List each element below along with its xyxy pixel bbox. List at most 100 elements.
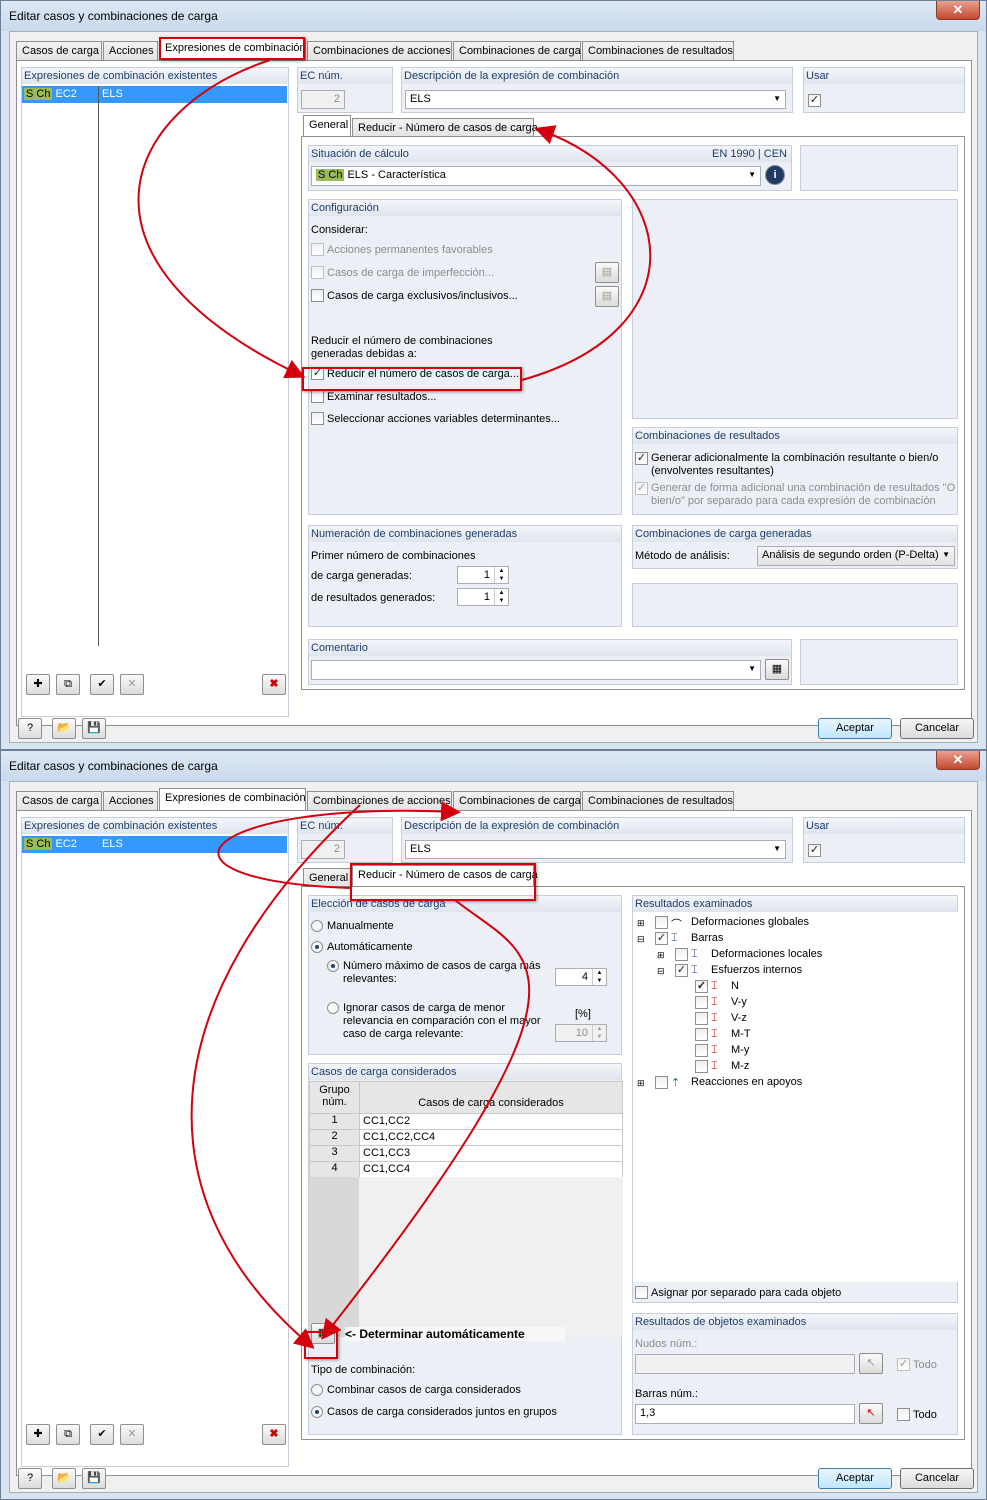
tree-node-vy[interactable]: V-y [731, 996, 747, 1008]
tab-casos-de-carga[interactable]: Casos de carga [16, 791, 102, 810]
tree-checkbox[interactable] [695, 1060, 708, 1073]
help-button[interactable]: ? [18, 1468, 42, 1489]
imperfeccion-checkbox[interactable] [311, 266, 324, 279]
save-button[interactable]: 💾 [82, 718, 106, 739]
generar-o-bien-checkbox[interactable]: ✓ [635, 482, 648, 495]
edit-exclusivos-button[interactable]: ▤ [595, 286, 619, 307]
tree-checkbox[interactable] [695, 1028, 708, 1041]
comentario-dropdown[interactable]: ▼ [311, 660, 761, 680]
ok-button[interactable]: Aceptar [818, 1468, 892, 1489]
open-button[interactable]: 📂 [52, 1468, 76, 1489]
cancel-button[interactable]: Cancelar [900, 718, 974, 739]
tree-checkbox[interactable] [695, 996, 708, 1009]
tree-expand-icon[interactable]: ⊟ [657, 966, 665, 977]
tree-expand-icon[interactable]: ⊞ [637, 1078, 645, 1089]
tab-combinaciones-de-acciones[interactable]: Combinaciones de acciones [307, 791, 452, 810]
nudos-todo-checkbox[interactable]: ✓ [897, 1358, 910, 1371]
situacion-dropdown[interactable]: S Ch ELS - Característica ▼ [311, 166, 761, 186]
delete-all-button[interactable]: ✕ [120, 674, 144, 695]
tab-casos-de-carga[interactable]: Casos de carga [16, 41, 102, 60]
description-dropdown[interactable]: ELS ▼ [405, 840, 786, 859]
copy-expression-button[interactable]: ⧉ [56, 674, 80, 695]
spin-arrows[interactable]: ▲ ▼ [592, 969, 606, 985]
combinar-radio[interactable] [311, 1384, 323, 1396]
tree-node-global[interactable]: Deformaciones globales [691, 916, 809, 928]
use-checkbox[interactable]: ✓ [808, 844, 821, 857]
ok-button[interactable]: Aceptar [818, 718, 892, 739]
tree-expand-icon[interactable]: ⊟ [637, 934, 645, 945]
tree-checkbox[interactable] [675, 948, 688, 961]
delete-expression-button[interactable]: ✖ [262, 674, 286, 695]
new-expression-button[interactable]: ✚ [26, 1424, 50, 1445]
nudos-field[interactable] [635, 1354, 855, 1374]
edit-imperfeccion-button[interactable]: ▤ [595, 262, 619, 283]
delete-all-button[interactable]: ✕ [120, 1424, 144, 1445]
save-button[interactable]: 💾 [82, 1468, 106, 1489]
open-button[interactable]: 📂 [52, 718, 76, 739]
table-row[interactable]: CC1,CC2,CC4 [359, 1129, 623, 1146]
tree-expand-icon[interactable]: ⊞ [657, 950, 665, 961]
spin-arrows[interactable]: ▲ ▼ [592, 1025, 606, 1041]
tree-node-n[interactable]: N [731, 980, 739, 992]
close-button[interactable]: ✕ [936, 751, 980, 770]
subtab-general[interactable]: General [303, 868, 351, 887]
tab-combinaciones-de-carga[interactable]: Combinaciones de carga [453, 41, 581, 60]
tree-node-vz[interactable]: V-z [731, 1012, 747, 1024]
tab-expresiones-de-combinacion[interactable]: Expresiones de combinación [159, 788, 306, 810]
tree-node-mz[interactable]: M-z [731, 1060, 749, 1072]
grupos-radio[interactable] [311, 1406, 323, 1418]
pick-members-button[interactable]: ↖ [859, 1403, 883, 1424]
exclusivos-checkbox[interactable] [311, 289, 324, 302]
check-expression-button[interactable]: ✔ [90, 674, 114, 695]
comment-library-button[interactable]: ▦ [765, 659, 789, 680]
pick-nodes-button[interactable]: ↖ [859, 1353, 883, 1374]
tab-combinaciones-de-carga[interactable]: Combinaciones de carga [453, 791, 581, 810]
close-button[interactable]: ✕ [936, 1, 980, 20]
table-row[interactable]: CC1,CC4 [359, 1161, 623, 1178]
subtab-reducir[interactable]: Reducir - Número de casos de carga [352, 118, 538, 137]
tree-node-reacciones[interactable]: Reacciones en apoyos [691, 1076, 802, 1088]
tree-node-barras[interactable]: Barras [691, 932, 723, 944]
tree-checkbox[interactable]: ✓ [655, 932, 668, 945]
barras-field[interactable]: 1,3 [635, 1404, 855, 1424]
tree-node-deform-locales[interactable]: Deformaciones locales [711, 948, 822, 960]
tab-acciones[interactable]: Acciones [103, 41, 158, 60]
spin-arrows[interactable]: ▲ ▼ [494, 567, 508, 583]
use-checkbox[interactable]: ✓ [808, 94, 821, 107]
barras-todo-checkbox[interactable] [897, 1408, 910, 1421]
ec-number-field[interactable]: 2 [301, 840, 345, 859]
examinar-checkbox[interactable] [311, 390, 324, 403]
cancel-button[interactable]: Cancelar [900, 1468, 974, 1489]
tree-node-my[interactable]: M-y [731, 1044, 749, 1056]
delete-expression-button[interactable]: ✖ [262, 1424, 286, 1445]
ignore-field[interactable]: 10 ▲ ▼ [555, 1024, 607, 1042]
tree-checkbox[interactable] [655, 1076, 668, 1089]
first-load-comb-field[interactable]: 1 ▲ ▼ [457, 566, 509, 584]
tab-combinaciones-de-resultados[interactable]: Combinaciones de resultados [582, 791, 734, 810]
seleccionar-checkbox[interactable] [311, 412, 324, 425]
acciones-permanentes-checkbox[interactable] [311, 243, 324, 256]
check-expression-button[interactable]: ✔ [90, 1424, 114, 1445]
ec-number-field[interactable]: 2 [301, 90, 345, 109]
metodo-dropdown[interactable]: Análisis de segundo orden (P-Delta) ▼ [757, 546, 955, 566]
asignar-checkbox[interactable] [635, 1286, 648, 1299]
auto-radio[interactable] [311, 941, 323, 953]
list-item[interactable]: S Ch EC2 ELS [22, 836, 287, 853]
table-row[interactable]: CC1,CC2 [359, 1113, 623, 1130]
tree-checkbox[interactable]: ✓ [675, 964, 688, 977]
generar-resultante-checkbox[interactable]: ✓ [635, 452, 648, 465]
table-row[interactable]: CC1,CC3 [359, 1145, 623, 1162]
tree-checkbox[interactable] [695, 1044, 708, 1057]
max-relevant-radio[interactable] [327, 960, 339, 972]
tab-acciones[interactable]: Acciones [103, 791, 158, 810]
help-button[interactable]: ? [18, 718, 42, 739]
tree-checkbox[interactable]: ✓ [695, 980, 708, 993]
ignore-radio[interactable] [327, 1002, 339, 1014]
description-dropdown[interactable]: ELS ▼ [405, 90, 786, 109]
spin-arrows[interactable]: ▲ ▼ [494, 589, 508, 605]
first-result-comb-field[interactable]: 1 ▲ ▼ [457, 588, 509, 606]
manual-radio[interactable] [311, 920, 323, 932]
tree-node-mt[interactable]: M-T [731, 1028, 751, 1040]
max-relevant-field[interactable]: 4 ▲ ▼ [555, 968, 607, 986]
tree-node-esfuerzos[interactable]: Esfuerzos internos [711, 964, 802, 976]
